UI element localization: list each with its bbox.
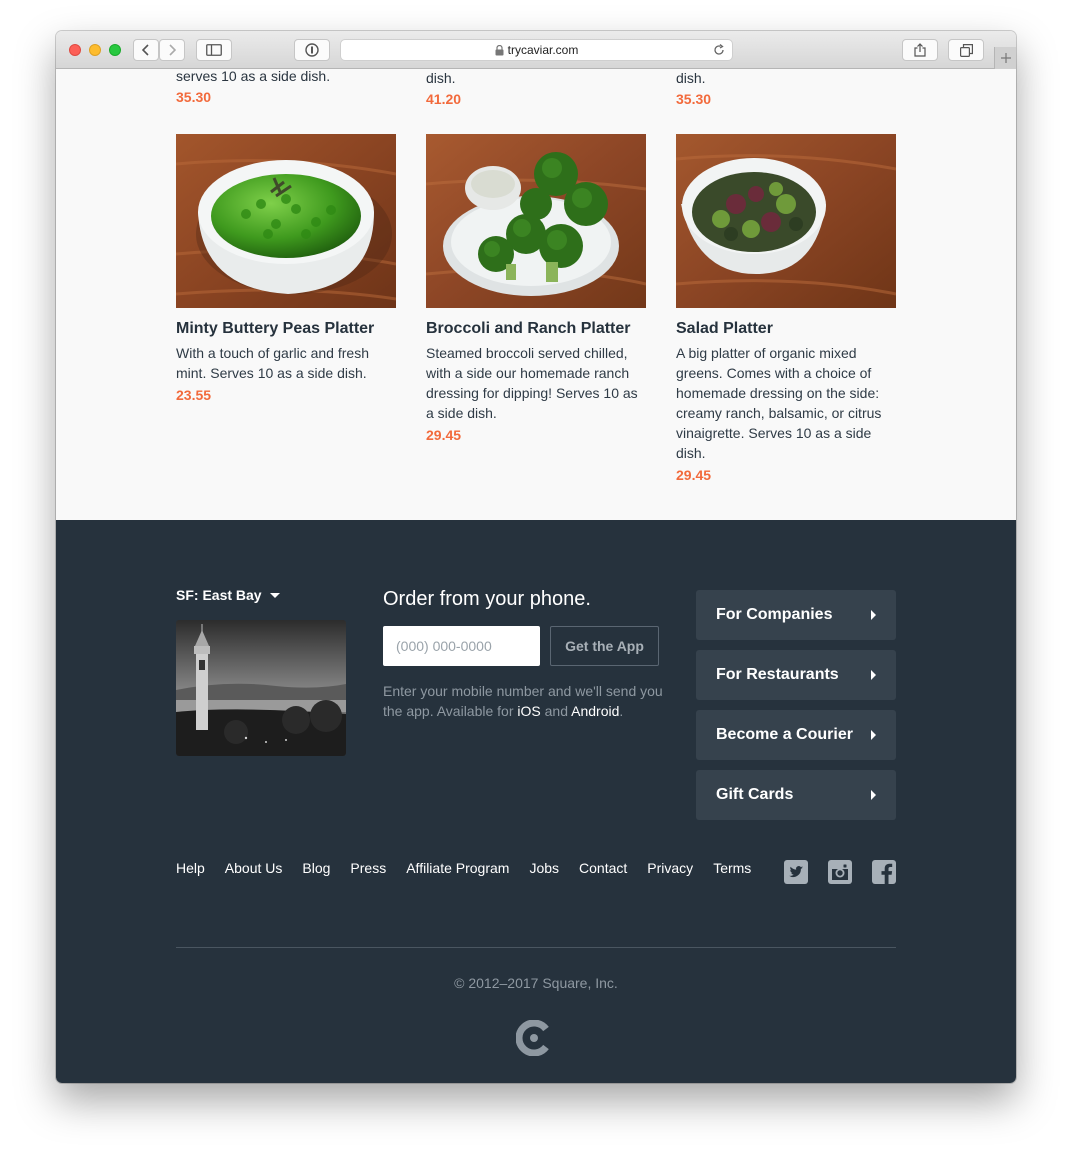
footer-links: Help About Us Blog Press Affiliate Progr… [176,860,751,876]
salad-platter-title[interactable]: Salad Platter [676,320,773,338]
footer-link-help[interactable]: Help [176,860,205,876]
caret-right-icon [871,790,876,800]
password-key-icon [305,43,319,57]
twitter-icon[interactable] [784,860,808,884]
app-note: Enter your mobile number and we'll send … [383,681,663,721]
broccoli-platter-description: Steamed broccoli served chilled, with a … [426,345,638,421]
salad-platter-photo[interactable] [676,134,896,308]
page-content: serves 10 as a side dish. 35.30 dish. 41… [56,68,1016,1083]
chevron-right-icon [169,44,176,56]
share-icon [914,43,926,57]
android-link[interactable]: Android [571,703,619,719]
gift-cards-button[interactable]: Gift Cards [696,770,896,820]
phone-number-input[interactable] [383,626,540,666]
footer-link-terms[interactable]: Terms [713,860,751,876]
app-note-period: . [619,703,624,719]
caret-right-icon [871,610,876,620]
peas-platter-description: With a touch of garlic and fresh mint. S… [176,345,369,381]
salad-platter-description: A big platter of organic mixed greens. C… [676,345,882,461]
instagram-icon[interactable] [828,860,852,884]
footer-link-contact[interactable]: Contact [579,860,627,876]
caviar-logo-icon[interactable] [516,1020,552,1056]
become-courier-button[interactable]: Become a Courier [696,710,896,760]
address-bar[interactable]: trycaviar.com [340,39,733,61]
broccoli-platter-desc-block: Steamed broccoli served chilled, with a … [426,343,646,445]
order-heading: Order from your phone. [383,588,591,610]
salad-platter-price: 29.45 [676,467,712,483]
caret-right-icon [871,670,876,680]
broccoli-platter-title[interactable]: Broccoli and Ranch Platter [426,320,631,338]
minimize-window-button[interactable] [89,44,101,56]
reload-icon[interactable] [713,44,725,56]
zoom-window-button[interactable] [109,44,121,56]
peas-platter-title[interactable]: Minty Buttery Peas Platter [176,320,374,338]
region-selector[interactable]: SF: East Bay [176,587,280,603]
for-companies-button[interactable]: For Companies [696,590,896,640]
footer-link-press[interactable]: Press [350,860,386,876]
become-courier-label: Become a Courier [716,726,853,743]
broccoli-platter-price: 29.45 [426,427,462,443]
plus-icon [1000,53,1011,63]
footer-link-about-us[interactable]: About Us [225,860,283,876]
top-item-2-price: 41.20 [426,91,462,107]
lock-icon [495,44,504,55]
address-url: trycaviar.com [507,43,579,57]
top-item-1-price: 35.30 [176,89,212,105]
footer-link-blog[interactable]: Blog [302,860,330,876]
gift-cards-label: Gift Cards [716,786,794,803]
footer-divider [176,947,896,948]
forward-button[interactable] [159,39,185,61]
region-label: SF: East Bay [176,587,262,603]
footer-link-privacy[interactable]: Privacy [647,860,693,876]
broccoli-platter-photo[interactable] [426,134,646,308]
close-window-button[interactable] [69,44,81,56]
peas-platter-desc-block: With a touch of garlic and fresh mint. S… [176,343,396,405]
back-button[interactable] [133,39,159,61]
top-item-2-desc: dish. [426,70,456,86]
caret-down-icon [269,592,280,598]
browser-toolbar: trycaviar.com [56,31,1016,69]
peas-platter-price: 23.55 [176,387,212,403]
new-tab-button[interactable] [994,47,1016,69]
share-button[interactable] [902,39,938,61]
tabs-icon [959,43,973,57]
peas-platter-photo[interactable] [176,134,396,308]
sidebar-icon [206,44,222,56]
copyright: © 2012–2017 Square, Inc. [454,975,618,991]
site-footer: SF: East Bay Order from your phone. (000… [56,520,1016,1083]
region-city-photo [176,620,346,756]
get-app-button[interactable]: Get the App [550,626,659,666]
browser-window: trycaviar.com serves 10 as a side dish. … [56,31,1016,1083]
chevron-left-icon [142,44,149,56]
salad-platter-desc-block: A big platter of organic mixed greens. C… [676,343,896,485]
ios-link[interactable]: iOS [517,703,540,719]
footer-link-jobs[interactable]: Jobs [529,860,559,876]
top-item-1-desc: serves 10 as a side dish. [176,68,331,84]
for-restaurants-button[interactable]: For Restaurants [696,650,896,700]
top-item-3-desc: dish. [676,70,706,86]
sidebar-toggle-button[interactable] [196,39,232,61]
password-manager-button[interactable] [294,39,330,61]
for-restaurants-label: For Restaurants [716,666,839,683]
facebook-icon[interactable] [872,860,896,884]
for-companies-label: For Companies [716,606,833,623]
tabs-overview-button[interactable] [948,39,984,61]
caret-right-icon [871,730,876,740]
app-note-and: and [540,703,572,719]
top-item-3-price: 35.30 [676,91,712,107]
footer-link-affiliate-program[interactable]: Affiliate Program [406,860,509,876]
